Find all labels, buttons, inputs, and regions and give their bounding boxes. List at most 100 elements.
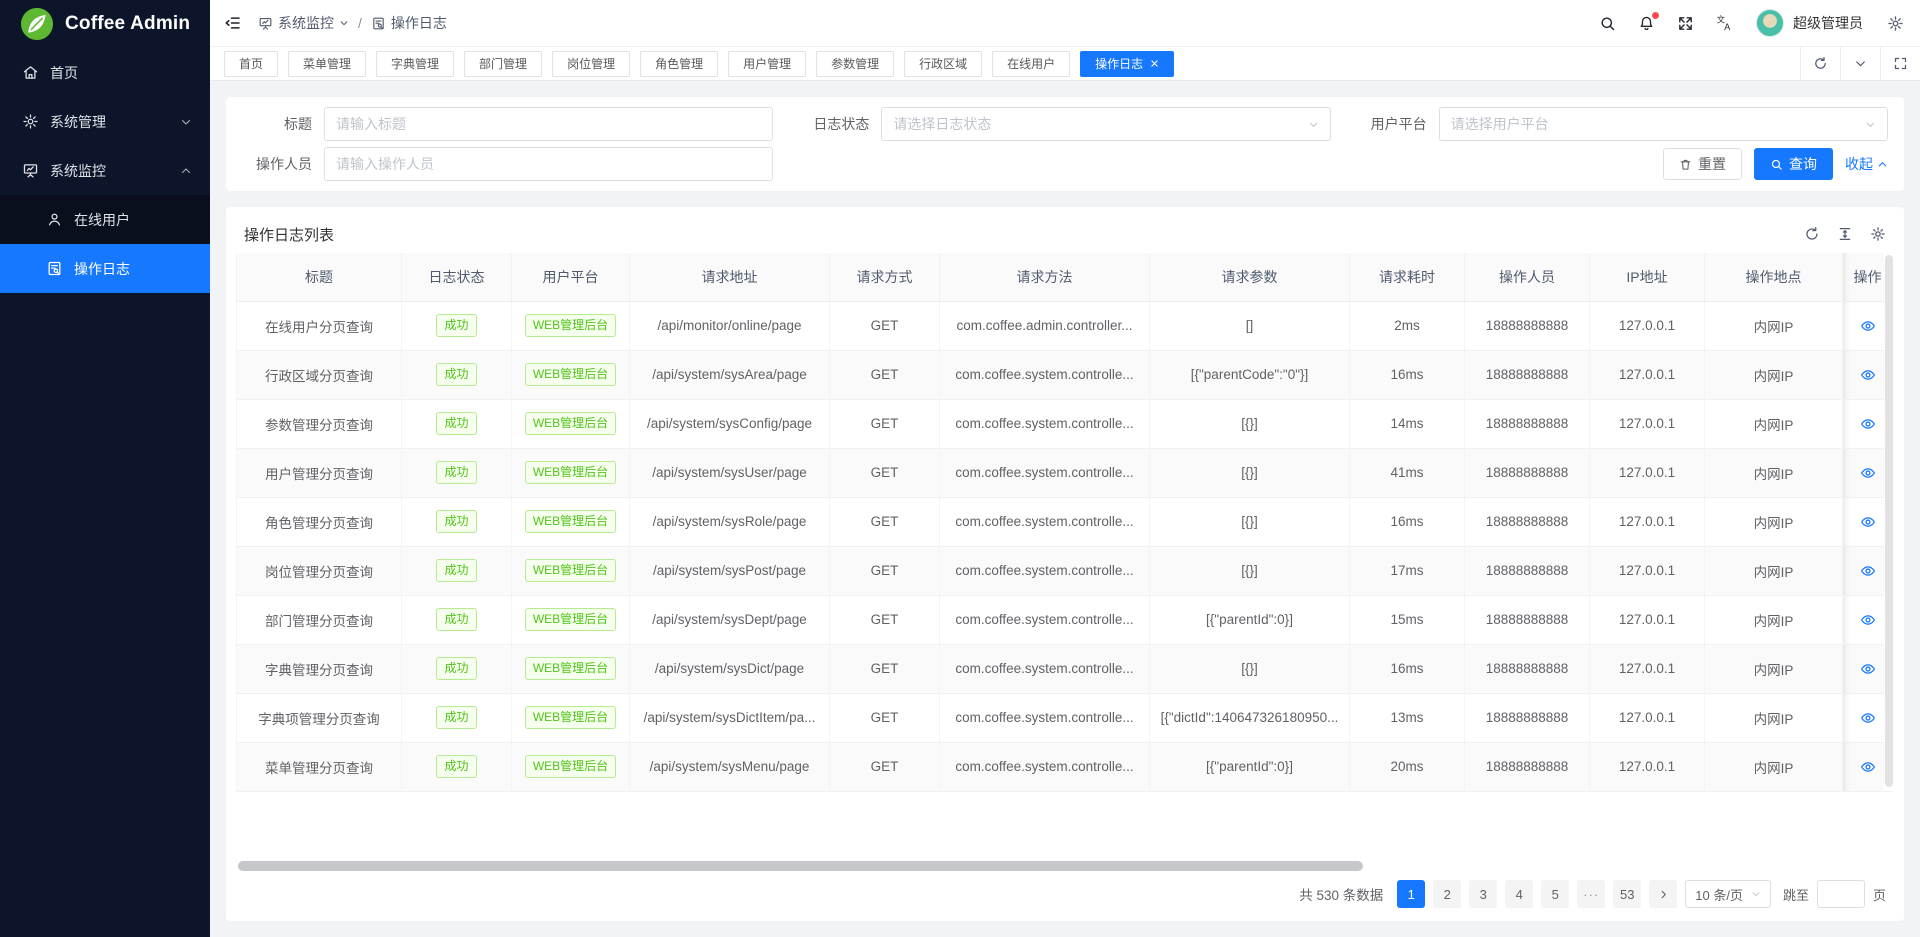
view-detail-eye-icon[interactable]: [1860, 710, 1876, 726]
jump-page-input[interactable]: [1817, 880, 1865, 908]
search-icon[interactable]: [1599, 15, 1616, 32]
log-title: 岗位管理分页查询: [265, 565, 373, 580]
page-button-53[interactable]: 53: [1613, 880, 1641, 908]
tab-param-management[interactable]: 参数管理: [816, 51, 894, 77]
ip-address: 127.0.0.1: [1619, 759, 1675, 774]
tab-menu-management[interactable]: 菜单管理: [288, 51, 366, 77]
request-params: [{}]: [1241, 661, 1258, 676]
horizontal-scrollbar-thumb[interactable]: [238, 861, 1363, 871]
view-detail-eye-icon[interactable]: [1860, 563, 1876, 579]
view-detail-eye-icon[interactable]: [1860, 612, 1876, 628]
tab-user-management[interactable]: 用户管理: [728, 51, 806, 77]
operator-field: 操作人员: [242, 147, 773, 181]
view-detail-eye-icon[interactable]: [1860, 465, 1876, 481]
page-button-5[interactable]: 5: [1541, 880, 1569, 908]
status-badge: 成功: [436, 559, 476, 582]
breadcrumb-parent[interactable]: 系统监控: [258, 13, 349, 33]
request-handler: com.coffee.system.controlle...: [955, 661, 1133, 676]
tab-dept-management[interactable]: 部门管理: [464, 51, 542, 77]
request-duration: 16ms: [1390, 514, 1423, 529]
title-label: 标题: [242, 114, 312, 134]
vertical-scrollbar-thumb[interactable]: [1885, 255, 1893, 787]
page-ellipsis[interactable]: ···: [1577, 880, 1605, 908]
log-title: 参数管理分页查询: [265, 418, 373, 433]
sidebar-item-operation-log[interactable]: 操作日志: [0, 244, 210, 293]
horizontal-scrollbar[interactable]: [238, 861, 1892, 871]
request-method: GET: [871, 710, 899, 725]
refresh-icon[interactable]: [1804, 226, 1820, 242]
tab-dict-management[interactable]: 字典管理: [376, 51, 454, 77]
view-detail-eye-icon[interactable]: [1860, 367, 1876, 383]
request-method: GET: [871, 759, 899, 774]
title-input[interactable]: [324, 107, 773, 141]
ip-address: 127.0.0.1: [1619, 416, 1675, 431]
request-duration: 2ms: [1394, 318, 1420, 333]
operation-location: 内网IP: [1754, 663, 1794, 678]
page-size-select[interactable]: 10 条/页: [1685, 880, 1771, 908]
view-detail-eye-icon[interactable]: [1860, 514, 1876, 530]
maximize-icon[interactable]: [1880, 47, 1920, 80]
request-params: [{}]: [1241, 416, 1258, 431]
request-url: /api/system/sysDept/page: [652, 612, 807, 627]
collapse-toggle[interactable]: 收起: [1845, 154, 1888, 174]
search-form-card: 标题 日志状态 请选择日志状态 用户平台 请选择用户平台: [226, 97, 1904, 191]
operator-phone: 18888888888: [1486, 710, 1569, 725]
table-row: 部门管理分页查询 成功 WEB管理后台 /api/system/sysDept/…: [237, 595, 1893, 644]
status-badge: 成功: [436, 657, 476, 680]
page-button-2[interactable]: 2: [1433, 880, 1461, 908]
table-empty-space: [236, 792, 1894, 862]
request-params: [{}]: [1241, 514, 1258, 529]
sidebar-item-label: 操作日志: [74, 259, 130, 279]
user-platform-select[interactable]: 请选择用户平台: [1439, 107, 1888, 141]
form-actions: 重置 查询 收起: [1357, 147, 1888, 181]
reset-button[interactable]: 重置: [1663, 148, 1742, 180]
tab-role-management[interactable]: 角色管理: [640, 51, 718, 77]
sidebar-item-system-management[interactable]: 系统管理: [0, 97, 210, 146]
request-params: [{"parentId":0}]: [1206, 759, 1293, 774]
settings-gear-icon[interactable]: [1887, 15, 1904, 32]
tab-operation-log[interactable]: 操作日志: [1080, 51, 1174, 77]
request-duration: 17ms: [1390, 563, 1423, 578]
translate-icon[interactable]: 文A: [1716, 14, 1734, 32]
page-unit-label: 页: [1873, 885, 1886, 904]
query-button[interactable]: 查询: [1754, 148, 1833, 180]
fullscreen-icon[interactable]: [1677, 15, 1694, 32]
page-button-3[interactable]: 3: [1469, 880, 1497, 908]
page-button-4[interactable]: 4: [1505, 880, 1533, 908]
request-duration: 16ms: [1390, 367, 1423, 382]
operator-input[interactable]: [324, 147, 773, 181]
user-menu[interactable]: 超级管理员: [1756, 9, 1863, 37]
operation-location: 内网IP: [1754, 565, 1794, 580]
tab-admin-area[interactable]: 行政区域: [904, 51, 982, 77]
view-detail-eye-icon[interactable]: [1860, 759, 1876, 775]
column-header: 请求方式: [830, 253, 940, 301]
log-status-select[interactable]: 请选择日志状态: [881, 107, 1330, 141]
request-url: /api/system/sysRole/page: [653, 514, 807, 529]
view-detail-eye-icon[interactable]: [1860, 661, 1876, 677]
breadcrumb-current: 操作日志: [371, 13, 447, 33]
row-height-icon[interactable]: [1837, 226, 1853, 242]
view-detail-eye-icon[interactable]: [1860, 318, 1876, 334]
platform-badge: WEB管理后台: [525, 608, 616, 631]
operation-location: 内网IP: [1754, 320, 1794, 335]
tab-post-management[interactable]: 岗位管理: [552, 51, 630, 77]
request-handler: com.coffee.admin.controller...: [956, 318, 1132, 333]
tab-home[interactable]: 首页: [224, 51, 278, 77]
next-page-button[interactable]: [1649, 880, 1677, 908]
sidebar-item-home[interactable]: 首页: [0, 48, 210, 97]
operation-location: 内网IP: [1754, 369, 1794, 384]
menu-fold-icon[interactable]: [224, 14, 242, 32]
table-body: 在线用户分页查询 成功 WEB管理后台 /api/monitor/online/…: [237, 301, 1893, 791]
tab-close-icon[interactable]: [1150, 59, 1159, 68]
home-icon: [22, 64, 39, 81]
sidebar-item-online-users[interactable]: 在线用户: [0, 195, 210, 244]
column-settings-gear-icon[interactable]: [1870, 226, 1886, 242]
tab-online-users[interactable]: 在线用户: [992, 51, 1070, 77]
page-button-1[interactable]: 1: [1397, 880, 1425, 908]
refresh-icon[interactable]: [1800, 47, 1840, 80]
view-detail-eye-icon[interactable]: [1860, 416, 1876, 432]
notification-bell-icon[interactable]: [1638, 15, 1655, 32]
vertical-scrollbar[interactable]: [1884, 253, 1894, 791]
chevron-down-icon[interactable]: [1840, 47, 1880, 80]
sidebar-item-system-monitor[interactable]: 系统监控: [0, 146, 210, 195]
